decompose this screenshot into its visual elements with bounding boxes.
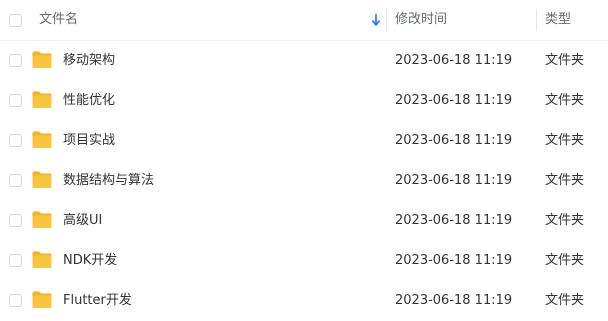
- column-header-name[interactable]: 文件名: [39, 12, 78, 28]
- column-header-modified[interactable]: 修改时间: [395, 12, 447, 28]
- file-name[interactable]: 性能优化: [63, 92, 115, 109]
- table-body: 移动架构 2023-06-18 11:19 文件夹 性能优化 2023-06-18 11…: [0, 41, 608, 321]
- table-row[interactable]: 移动架构 2023-06-18 11:19 文件夹: [0, 41, 608, 81]
- select-all-checkbox[interactable]: [9, 14, 22, 27]
- file-table: 文件名 修改时间 类型 移动架构 2023-06-18 11:19 文件夹 性能优化 2…: [0, 0, 608, 321]
- file-name[interactable]: 数据结构与算法: [63, 172, 154, 189]
- row-checkbox[interactable]: [9, 174, 22, 187]
- file-type: 文件夹: [545, 213, 585, 228]
- folder-icon: [32, 251, 52, 268]
- table-row[interactable]: 高级UI 2023-06-18 11:19 文件夹: [0, 201, 608, 241]
- file-type: 文件夹: [545, 93, 585, 108]
- table-row[interactable]: 项目实战 2023-06-18 11:19 文件夹: [0, 121, 608, 161]
- table-row[interactable]: 性能优化 2023-06-18 11:19 文件夹: [0, 81, 608, 121]
- modified-time: 2023-06-18 11:19: [395, 93, 513, 108]
- column-divider[interactable]: [386, 9, 387, 31]
- file-name[interactable]: Flutter开发: [63, 292, 132, 309]
- folder-icon: [32, 91, 52, 108]
- folder-icon: [32, 51, 52, 68]
- row-checkbox[interactable]: [9, 214, 22, 227]
- folder-icon: [32, 171, 52, 188]
- table-row[interactable]: Flutter开发 2023-06-18 11:19 文件夹: [0, 281, 608, 321]
- folder-icon: [32, 291, 52, 308]
- row-checkbox[interactable]: [9, 94, 22, 107]
- folder-icon: [32, 131, 52, 148]
- row-checkbox[interactable]: [9, 294, 22, 307]
- table-row[interactable]: NDK开发 2023-06-18 11:19 文件夹: [0, 241, 608, 281]
- file-name[interactable]: 高级UI: [63, 212, 102, 229]
- table-header: 文件名 修改时间 类型: [0, 0, 608, 41]
- folder-icon: [32, 211, 52, 228]
- modified-time: 2023-06-18 11:19: [395, 213, 513, 228]
- row-checkbox[interactable]: [9, 254, 22, 267]
- modified-time: 2023-06-18 11:19: [395, 253, 513, 268]
- arrow-down-sort-icon[interactable]: [371, 13, 381, 27]
- modified-time: 2023-06-18 11:19: [395, 293, 513, 308]
- file-type: 文件夹: [545, 133, 585, 148]
- modified-time: 2023-06-18 11:19: [395, 53, 513, 68]
- modified-time: 2023-06-18 11:19: [395, 173, 513, 188]
- column-header-type[interactable]: 类型: [545, 12, 571, 28]
- file-type: 文件夹: [545, 253, 585, 268]
- row-checkbox[interactable]: [9, 134, 22, 147]
- column-divider[interactable]: [536, 9, 537, 31]
- row-checkbox[interactable]: [9, 54, 22, 67]
- file-name[interactable]: 移动架构: [63, 52, 115, 69]
- file-type: 文件夹: [545, 53, 585, 68]
- file-name[interactable]: NDK开发: [63, 252, 117, 269]
- table-row[interactable]: 数据结构与算法 2023-06-18 11:19 文件夹: [0, 161, 608, 201]
- file-name[interactable]: 项目实战: [63, 132, 115, 149]
- modified-time: 2023-06-18 11:19: [395, 133, 513, 148]
- file-type: 文件夹: [545, 173, 585, 188]
- file-type: 文件夹: [545, 293, 585, 308]
